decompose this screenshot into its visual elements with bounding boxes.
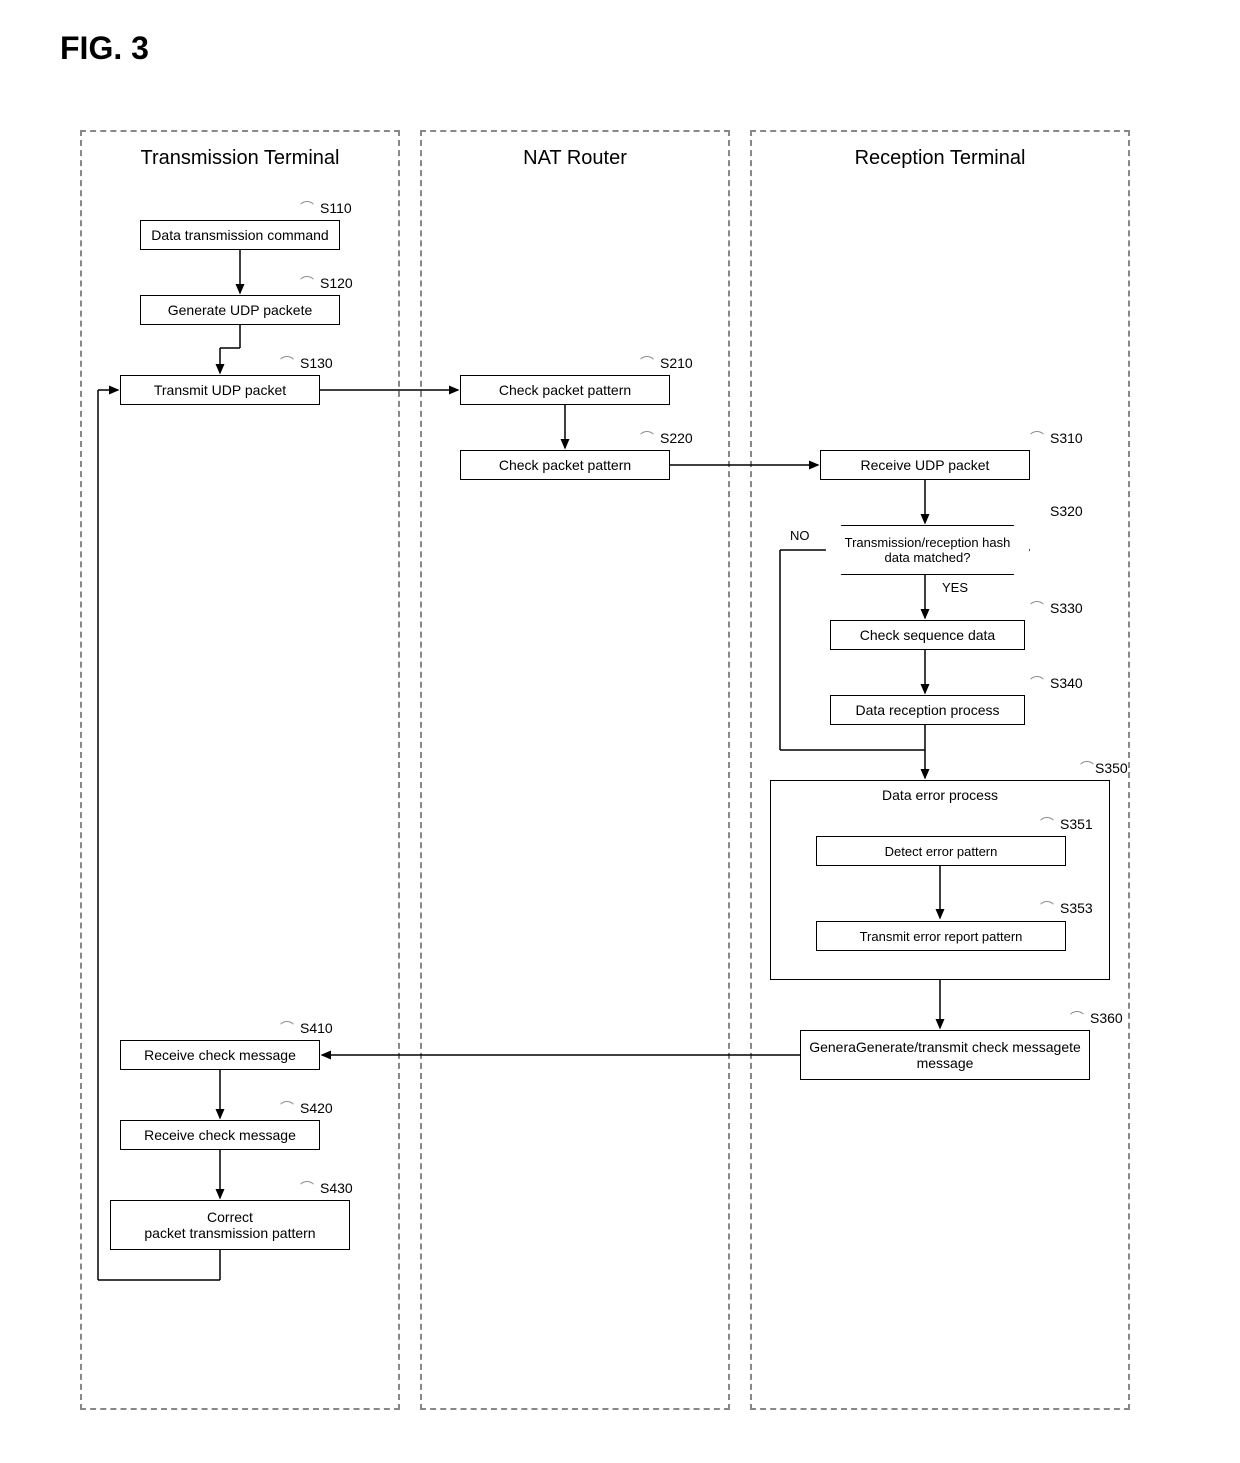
- label-s351: S351: [1060, 816, 1093, 832]
- nested-title-s350: Data error process: [771, 781, 1109, 807]
- curly-icon: ⌒: [300, 1178, 314, 1198]
- box-s310: Receive UDP packet: [820, 450, 1030, 480]
- label-s360: S360: [1090, 1010, 1123, 1026]
- curly-icon: ⌒: [1040, 814, 1054, 834]
- curly-icon: ⌒: [300, 273, 314, 293]
- box-s120: Generate UDP packete: [140, 295, 340, 325]
- curly-icon: ⌒: [1080, 758, 1094, 778]
- box-s340: Data reception process: [830, 695, 1025, 725]
- label-s340: S340: [1050, 675, 1083, 691]
- box-s353: Transmit error report pattern: [816, 921, 1066, 951]
- box-s420: Receive check message: [120, 1120, 320, 1150]
- label-s110: S110: [320, 200, 352, 216]
- swimlane-nat: NAT Router: [420, 130, 730, 1410]
- lane-title-nat: NAT Router: [422, 132, 728, 180]
- box-s360: GeneraGenerate/transmit check messagete …: [800, 1030, 1090, 1080]
- curly-icon: ⌒: [1030, 673, 1044, 693]
- curly-icon: ⌒: [640, 428, 654, 448]
- box-s330: Check sequence data: [830, 620, 1025, 650]
- curly-icon: ⌒: [1040, 898, 1054, 918]
- curly-icon: ⌒: [640, 353, 654, 373]
- curly-icon: ⌒: [280, 1018, 294, 1038]
- label-s430: S430: [320, 1180, 353, 1196]
- curly-icon: ⌒: [280, 1098, 294, 1118]
- label-s320: S320: [1050, 503, 1083, 519]
- label-s330: S330: [1050, 600, 1083, 616]
- swimlane-reception: Reception Terminal: [750, 130, 1130, 1410]
- lane-title-transmission: Transmission Terminal: [82, 132, 398, 180]
- box-s220: Check packet pattern: [460, 450, 670, 480]
- box-s110: Data transmission command: [140, 220, 340, 250]
- figure-label: FIG. 3: [60, 30, 149, 67]
- label-s420: S420: [300, 1100, 333, 1116]
- label-s120: S120: [320, 275, 353, 291]
- flowchart-diagram: Transmission Terminal NAT Router Recepti…: [80, 130, 1160, 1410]
- label-s310: S310: [1050, 430, 1083, 446]
- label-s210: S210: [660, 355, 693, 371]
- label-s353: S353: [1060, 900, 1093, 916]
- lane-title-reception: Reception Terminal: [752, 132, 1128, 180]
- label-s130: S130: [300, 355, 333, 371]
- decision-s320: Transmission/reception hash data matched…: [825, 525, 1030, 575]
- curly-icon: ⌒: [1030, 598, 1044, 618]
- box-s410: Receive check message: [120, 1040, 320, 1070]
- curly-icon: ⌒: [1030, 428, 1044, 448]
- box-s130: Transmit UDP packet: [120, 375, 320, 405]
- box-s210: Check packet pattern: [460, 375, 670, 405]
- label-s350: S350: [1095, 760, 1128, 776]
- curly-icon: ⌒: [1070, 1008, 1084, 1028]
- edge-label-no: NO: [790, 528, 810, 543]
- edge-label-yes: YES: [942, 580, 968, 595]
- box-s351: Detect error pattern: [816, 836, 1066, 866]
- curly-icon: ⌒: [280, 353, 294, 373]
- label-s220: S220: [660, 430, 693, 446]
- label-s410: S410: [300, 1020, 333, 1036]
- curly-icon: ⌒: [300, 198, 314, 218]
- nested-box-s350: Data error process Detect error pattern …: [770, 780, 1110, 980]
- box-s430: Correct packet transmission pattern: [110, 1200, 350, 1250]
